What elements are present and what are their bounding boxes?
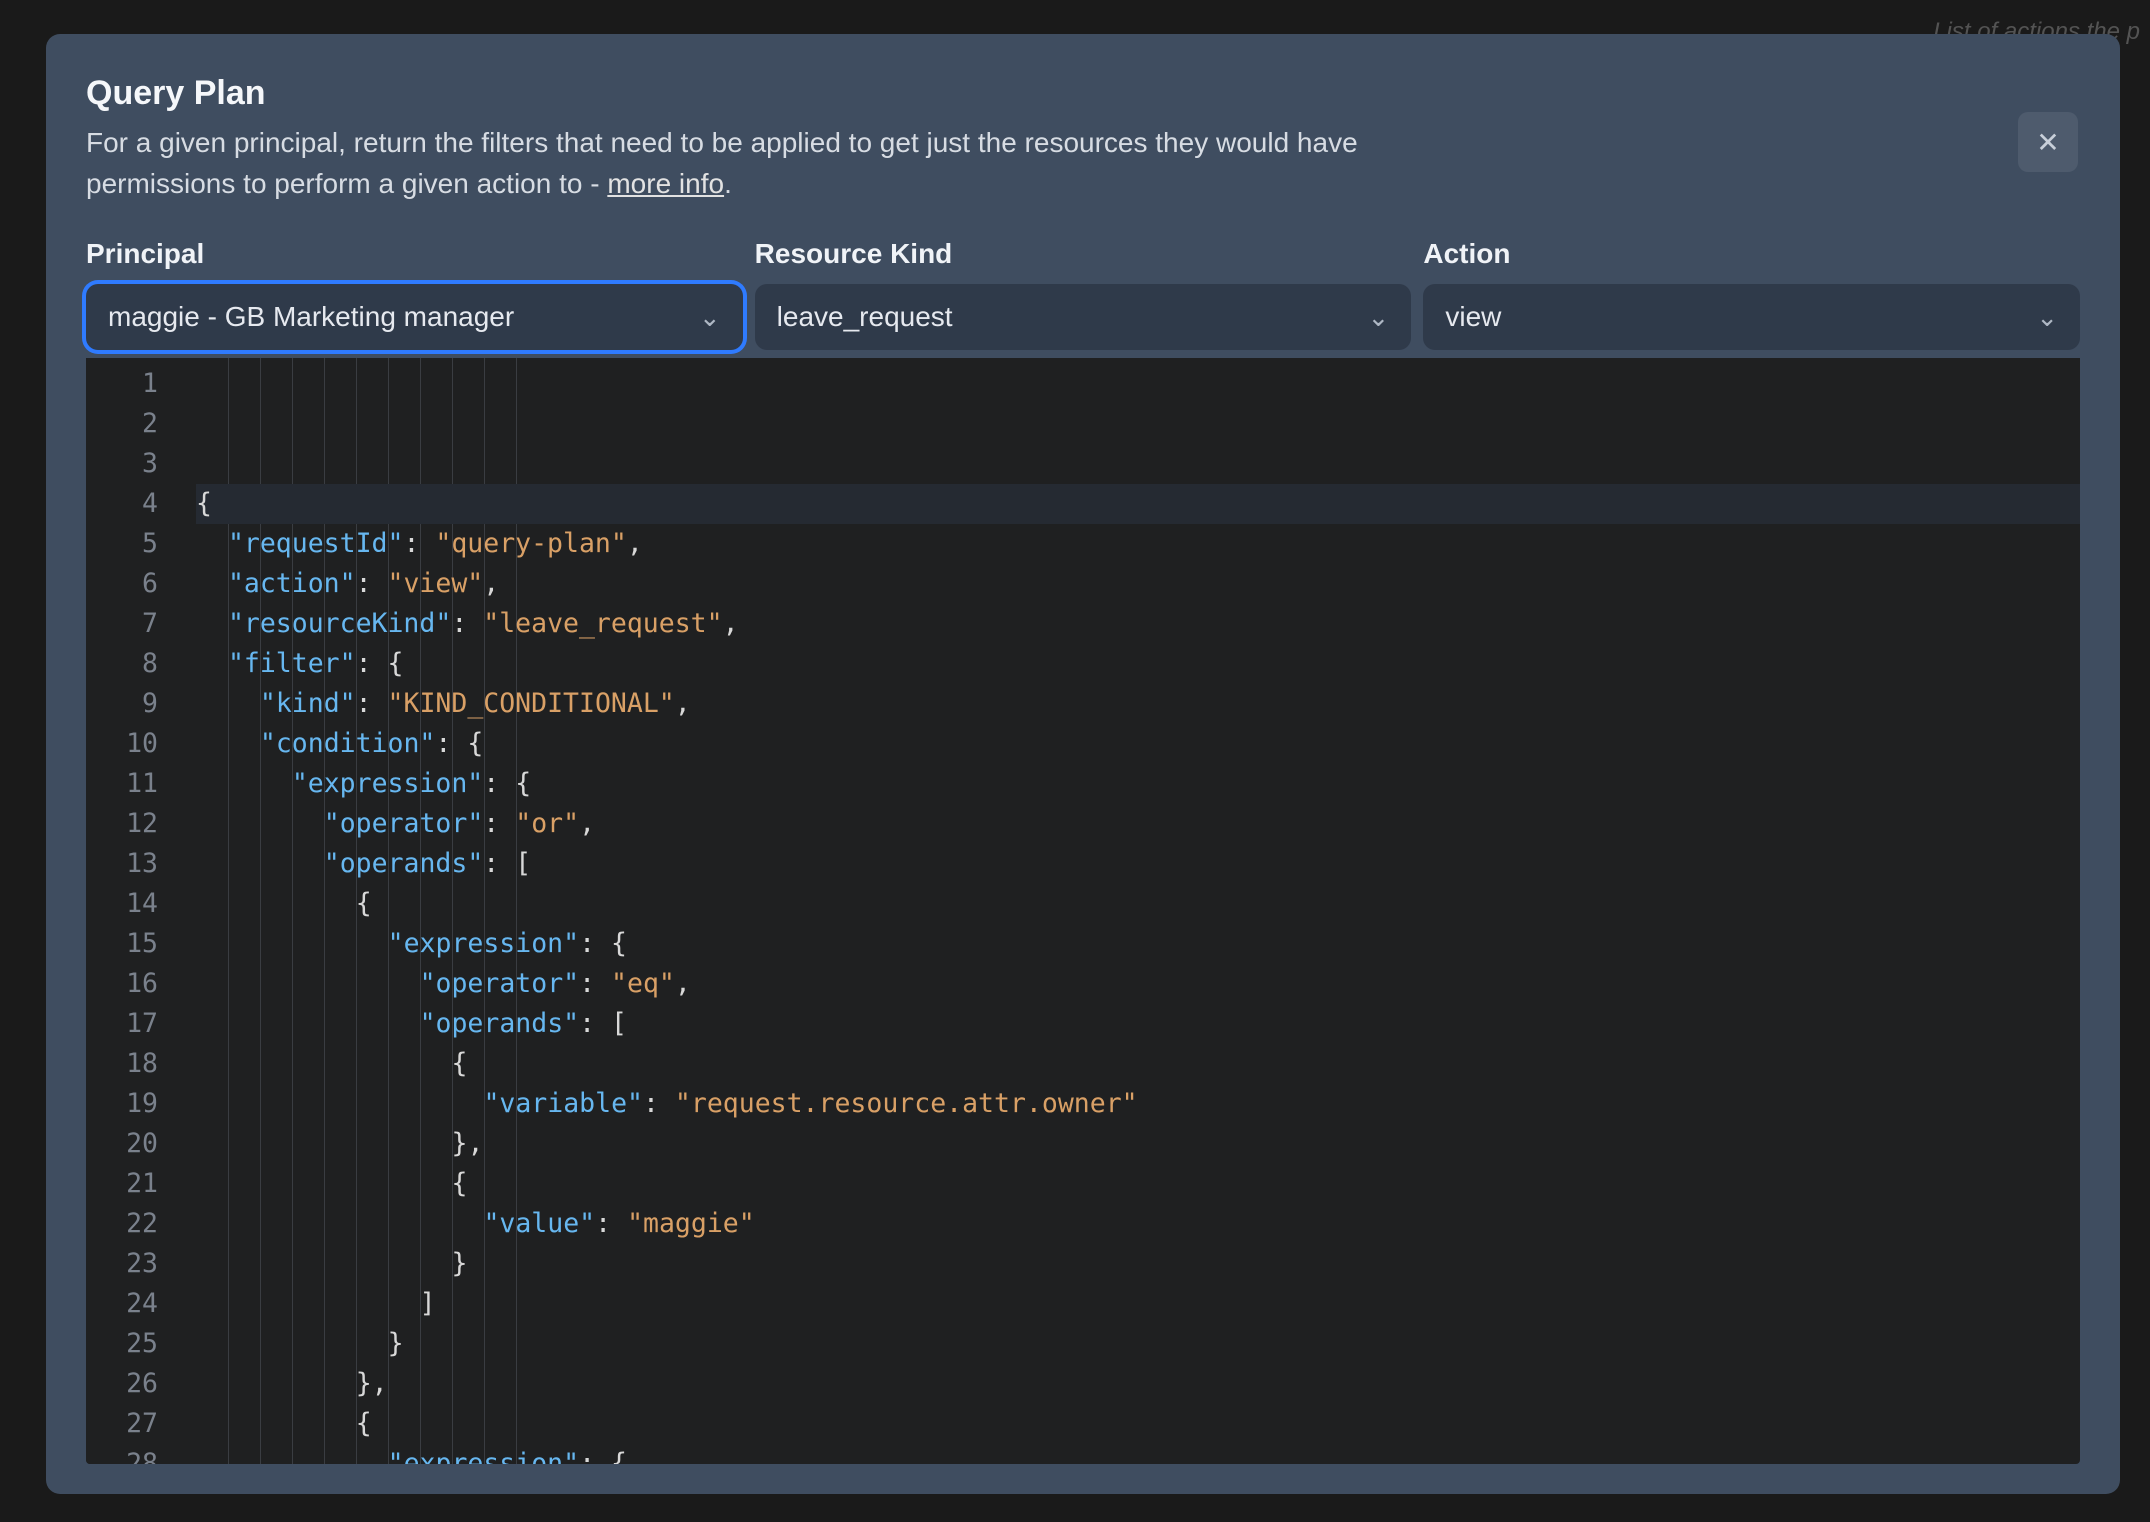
line-number: 19 xyxy=(86,1084,158,1124)
line-number: 1 xyxy=(86,364,158,404)
code-line: { xyxy=(196,1404,2080,1444)
line-number: 18 xyxy=(86,1044,158,1084)
line-number: 10 xyxy=(86,724,158,764)
line-number: 23 xyxy=(86,1244,158,1284)
principal-select[interactable]: maggie - GB Marketing manager ⌄ xyxy=(86,284,743,350)
code-line: { xyxy=(196,884,2080,924)
line-number: 22 xyxy=(86,1204,158,1244)
code-line: "expression": { xyxy=(196,1444,2080,1464)
code-line: "operands": [ xyxy=(196,1004,2080,1044)
action-select[interactable]: view ⌄ xyxy=(1423,284,2080,350)
line-number: 20 xyxy=(86,1124,158,1164)
line-number: 15 xyxy=(86,924,158,964)
code-line: { xyxy=(196,1044,2080,1084)
modal-subtitle-suffix: . xyxy=(724,168,732,199)
action-value: view xyxy=(1445,301,1501,333)
line-number: 16 xyxy=(86,964,158,1004)
modal-title: Query Plan xyxy=(86,74,2080,113)
chevron-down-icon: ⌄ xyxy=(1368,302,1390,333)
code-line: "operator": "or", xyxy=(196,804,2080,844)
chevron-down-icon: ⌄ xyxy=(2036,302,2058,333)
resource-kind-column: Resource Kind leave_request ⌄ xyxy=(755,238,1412,350)
code-line: } xyxy=(196,1324,2080,1364)
code-line: "kind": "KIND_CONDITIONAL", xyxy=(196,684,2080,724)
line-number: 9 xyxy=(86,684,158,724)
principal-column: Principal maggie - GB Marketing manager … xyxy=(86,238,743,350)
principal-label: Principal xyxy=(86,238,743,270)
line-number: 21 xyxy=(86,1164,158,1204)
line-number: 8 xyxy=(86,644,158,684)
line-number: 14 xyxy=(86,884,158,924)
code-line: "resourceKind": "leave_request", xyxy=(196,604,2080,644)
line-number: 17 xyxy=(86,1004,158,1044)
line-number: 27 xyxy=(86,1404,158,1444)
line-number-gutter: 1234567891011121314151617181920212223242… xyxy=(86,358,176,1464)
line-number: 25 xyxy=(86,1324,158,1364)
line-number: 24 xyxy=(86,1284,158,1324)
code-line: } xyxy=(196,1244,2080,1284)
more-info-link[interactable]: more info xyxy=(607,168,724,199)
code-line: "filter": { xyxy=(196,644,2080,684)
line-number: 5 xyxy=(86,524,158,564)
code-content: { "requestId": "query-plan", "action": "… xyxy=(176,358,2080,1464)
action-column: Action view ⌄ xyxy=(1423,238,2080,350)
line-number: 4 xyxy=(86,484,158,524)
action-label: Action xyxy=(1423,238,2080,270)
code-line: { xyxy=(196,1164,2080,1204)
line-number: 26 xyxy=(86,1364,158,1404)
code-line: "value": "maggie" xyxy=(196,1204,2080,1244)
code-line: "requestId": "query-plan", xyxy=(196,524,2080,564)
line-number: 7 xyxy=(86,604,158,644)
line-number: 6 xyxy=(86,564,158,604)
chevron-down-icon: ⌄ xyxy=(699,302,721,333)
code-editor[interactable]: 1234567891011121314151617181920212223242… xyxy=(86,358,2080,1464)
line-number: 12 xyxy=(86,804,158,844)
code-line: { xyxy=(196,484,2080,524)
code-line: "operator": "eq", xyxy=(196,964,2080,1004)
principal-value: maggie - GB Marketing manager xyxy=(108,301,514,333)
resource-kind-label: Resource Kind xyxy=(755,238,1412,270)
code-line: }, xyxy=(196,1364,2080,1404)
resource-kind-value: leave_request xyxy=(777,301,953,333)
close-button[interactable]: ✕ xyxy=(2018,112,2078,172)
code-line: ] xyxy=(196,1284,2080,1324)
code-line: "expression": { xyxy=(196,764,2080,804)
code-line: "action": "view", xyxy=(196,564,2080,604)
code-line: "expression": { xyxy=(196,924,2080,964)
line-number: 13 xyxy=(86,844,158,884)
modal-subtitle: For a given principal, return the filter… xyxy=(86,123,1506,204)
line-number: 28 xyxy=(86,1444,158,1464)
line-number: 3 xyxy=(86,444,158,484)
resource-kind-select[interactable]: leave_request ⌄ xyxy=(755,284,1412,350)
code-line: }, xyxy=(196,1124,2080,1164)
selectors-row: Principal maggie - GB Marketing manager … xyxy=(86,238,2080,350)
code-line: "variable": "request.resource.attr.owner… xyxy=(196,1084,2080,1124)
code-line: "condition": { xyxy=(196,724,2080,764)
line-number: 2 xyxy=(86,404,158,444)
query-plan-modal: ✕ Query Plan For a given principal, retu… xyxy=(46,34,2120,1494)
code-line: "operands": [ xyxy=(196,844,2080,884)
close-icon: ✕ xyxy=(2036,126,2059,159)
line-number: 11 xyxy=(86,764,158,804)
